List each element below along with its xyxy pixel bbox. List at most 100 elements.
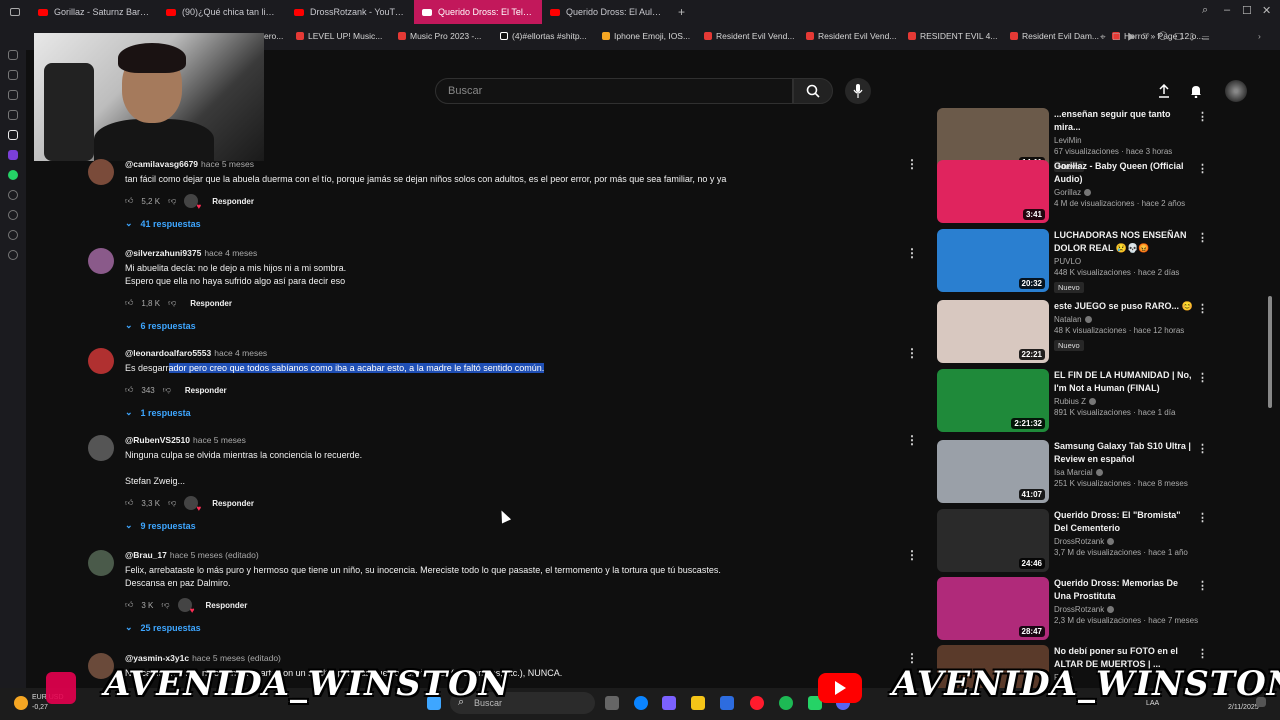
like-icon[interactable]: 👍︎	[125, 498, 133, 508]
video-channel[interactable]: Rubius Z	[1054, 397, 1194, 406]
scrollbar[interactable]	[1268, 296, 1272, 408]
minimize-icon[interactable]: –	[1224, 4, 1230, 16]
view-replies-button[interactable]: ⌄ 1 respuesta	[125, 407, 885, 418]
video-channel[interactable]: Gorillaz	[1054, 188, 1194, 197]
video-channel[interactable]: PUVLO	[1054, 257, 1194, 266]
comment-date[interactable]: hace 4 meses	[214, 348, 267, 358]
task-view-icon[interactable]	[605, 696, 619, 710]
tab-overview-icon[interactable]	[0, 0, 30, 24]
video-thumbnail[interactable]: 20:32	[937, 229, 1049, 292]
voice-search-button[interactable]	[845, 78, 871, 104]
whatsapp-icon[interactable]	[8, 170, 18, 180]
upload-button[interactable]	[1154, 81, 1174, 101]
sidebar-app-icon[interactable]	[8, 190, 18, 200]
video-title[interactable]: EL FIN DE LA HUMANIDAD | No, I'm Not a H…	[1054, 369, 1194, 395]
clock-date[interactable]: 2/11/2025	[1228, 704, 1259, 711]
bookmark-item[interactable]: Resident Evil Vend...	[806, 31, 896, 41]
reply-button[interactable]: Responder	[190, 299, 232, 308]
maximize-icon[interactable]: ☐	[1242, 4, 1252, 17]
dislike-icon[interactable]: 👎︎	[168, 196, 176, 206]
video-thumbnail[interactable]: 24:46	[937, 509, 1049, 572]
history-icon[interactable]	[8, 210, 18, 220]
bookmark-item[interactable]: RESIDENT EVIL 4...	[908, 31, 997, 41]
video-title[interactable]: LUCHADORAS NOS ENSEÑAN DOLOR REAL 😢💀😡	[1054, 229, 1194, 255]
video-thumbnail[interactable]: 3:41	[937, 160, 1049, 223]
video-title[interactable]: Samsung Galaxy Tab S10 Ultra | Review en…	[1054, 440, 1194, 466]
dislike-icon[interactable]: 👎︎	[163, 385, 171, 395]
sidebar-app-icon[interactable]	[8, 50, 18, 60]
sidebar-app-icon[interactable]	[8, 110, 18, 120]
search-tabs-icon[interactable]: ⌕	[1202, 4, 1208, 17]
comment-menu-icon[interactable]: ⋮	[906, 346, 918, 360]
comment-date[interactable]: hace 5 meses (editado)	[192, 653, 281, 663]
video-thumbnail[interactable]: 28:47	[937, 577, 1049, 640]
search-input[interactable]: Buscar	[435, 78, 793, 104]
video-thumbnail[interactable]: 22:21	[937, 300, 1049, 363]
recommended-video[interactable]: 3:41 Gorillaz - Baby Queen (Official Audi…	[937, 160, 1208, 224]
video-title[interactable]: Querido Dross: El "Bromista" Del Cemente…	[1054, 509, 1194, 535]
weather-icon[interactable]	[14, 696, 28, 710]
video-title[interactable]: este JUEGO se puso RARO... 😊	[1054, 300, 1194, 313]
video-menu-icon[interactable]: ⋮	[1197, 110, 1208, 123]
video-menu-icon[interactable]: ⋮	[1197, 579, 1208, 592]
dislike-icon[interactable]: 👎︎	[168, 498, 176, 508]
video-menu-icon[interactable]: ⋮	[1197, 647, 1208, 660]
settings-icon[interactable]	[8, 250, 18, 260]
comment-avatar[interactable]	[88, 435, 114, 461]
app-icon[interactable]	[662, 696, 676, 710]
search-button[interactable]	[793, 78, 833, 104]
tab-item[interactable]: Gorillaz - Saturnz Barz [H	[30, 0, 158, 24]
comment-menu-icon[interactable]: ⋮	[906, 246, 918, 260]
video-channel[interactable]: Natalan	[1054, 315, 1194, 324]
comment-avatar[interactable]	[88, 159, 114, 185]
sidebar-app-icon[interactable]	[8, 70, 18, 80]
video-title[interactable]: Gorillaz - Baby Queen (Official Audio)	[1054, 160, 1194, 186]
comment-author[interactable]: @RubenVS2510	[125, 435, 190, 445]
comment-menu-icon[interactable]: ⋮	[906, 157, 918, 171]
toolbar-extension-icons[interactable]: ⌖☐▶♡⟲☐⇩☰	[1100, 32, 1216, 43]
video-channel[interactable]: Isa Marcial	[1054, 468, 1194, 477]
video-menu-icon[interactable]: ⋮	[1197, 231, 1208, 244]
comment-author[interactable]: @yasmin-x3y1c	[125, 653, 189, 663]
video-menu-icon[interactable]: ⋮	[1197, 511, 1208, 524]
reply-button[interactable]: Responder	[212, 197, 254, 206]
tab-item[interactable]: (90)¿Qué chica tan linda?	[158, 0, 286, 24]
new-tab-button[interactable]: +	[670, 5, 693, 19]
dislike-icon[interactable]: 👎︎	[161, 600, 169, 610]
comment-avatar[interactable]	[88, 550, 114, 576]
comment-menu-icon[interactable]: ⋮	[906, 548, 918, 562]
view-replies-button[interactable]: ⌄ 25 respuestas	[125, 622, 885, 633]
reply-button[interactable]: Responder	[185, 386, 227, 395]
bookmarks-more-icon[interactable]: ›	[1258, 31, 1261, 41]
comment-avatar[interactable]	[88, 248, 114, 274]
comment-date[interactable]: hace 5 meses	[201, 159, 254, 169]
bookmark-item[interactable]: (4)#ellortas #shitp...	[500, 31, 587, 41]
reply-button[interactable]: Responder	[206, 601, 248, 610]
video-thumbnail[interactable]: 2:21:32	[937, 369, 1049, 432]
video-menu-icon[interactable]: ⋮	[1197, 371, 1208, 384]
comment-author[interactable]: @silverzahuni9375	[125, 248, 201, 258]
video-channel[interactable]: DrossRotzank	[1054, 537, 1194, 546]
like-icon[interactable]: 👍︎	[125, 600, 133, 610]
comment-avatar[interactable]	[88, 348, 114, 374]
tab-item-active[interactable]: Querido Dross: El Televis	[414, 0, 542, 24]
tab-item[interactable]: Querido Dross: El Aullido	[542, 0, 670, 24]
like-icon[interactable]: 👍︎	[125, 385, 133, 395]
downloads-icon[interactable]	[8, 230, 18, 240]
comment-author[interactable]: @leonardoalfaro5553	[125, 348, 211, 358]
video-channel[interactable]: LeviMin	[1054, 136, 1194, 145]
opera-icon[interactable]	[750, 696, 764, 710]
notifications-button[interactable]	[1186, 81, 1206, 101]
edge-icon[interactable]	[634, 696, 648, 710]
bookmark-item[interactable]: Music Pro 2023 -...	[398, 31, 481, 41]
view-replies-button[interactable]: ⌄ 41 respuestas	[125, 218, 885, 229]
recommended-video[interactable]: 20:32 LUCHADORAS NOS ENSEÑAN DOLOR REAL 😢…	[937, 229, 1208, 293]
comment-date[interactable]: hace 5 meses (editado)	[170, 550, 259, 560]
comment-author[interactable]: @Brau_17	[125, 550, 167, 560]
recommended-video[interactable]: 22:21 este JUEGO se puso RARO... 😊 Natalan…	[937, 300, 1208, 364]
bookmark-item[interactable]: Resident Evil Vend...	[704, 31, 794, 41]
video-menu-icon[interactable]: ⋮	[1197, 302, 1208, 315]
reply-button[interactable]: Responder	[212, 499, 254, 508]
recommended-video[interactable]: 41:07 Samsung Galaxy Tab S10 Ultra | Revi…	[937, 440, 1208, 504]
sidebar-app-icon[interactable]	[8, 90, 18, 100]
